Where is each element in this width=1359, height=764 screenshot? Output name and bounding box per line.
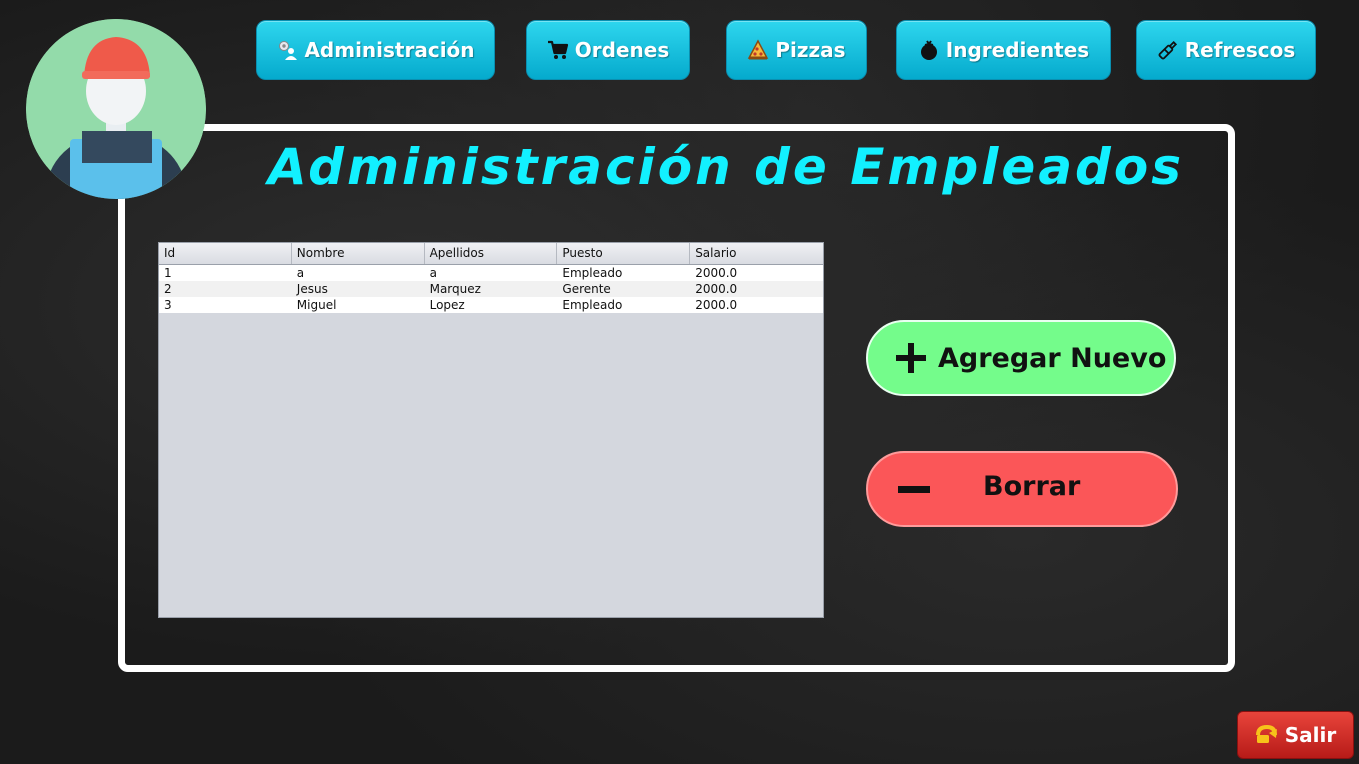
- table-row[interactable]: 3 Miguel Lopez Empleado 2000.0: [159, 297, 823, 313]
- bottle-icon: [1157, 39, 1179, 61]
- nav-label: Pizzas: [775, 38, 846, 62]
- column-header-puesto[interactable]: Puesto: [557, 243, 691, 264]
- cell-nombre: a: [296, 266, 305, 280]
- cell-nombre: Miguel: [296, 298, 337, 312]
- exit-label: Salir: [1284, 723, 1337, 747]
- cell-nombre: Jesus: [296, 282, 328, 296]
- nav-label: Ingredientes: [945, 38, 1090, 62]
- exit-arrow-icon: [1255, 724, 1279, 746]
- nav-button-pizzas[interactable]: Pizzas: [726, 20, 867, 80]
- cell-salario: 2000.0: [695, 266, 738, 280]
- page-title: Administración de Empleados: [268, 138, 1184, 196]
- table-header: Id Nombre Apellidos Puesto Salario: [159, 243, 823, 265]
- column-header-salario[interactable]: Salario: [690, 243, 823, 264]
- plus-icon: [894, 341, 928, 375]
- nav-button-ingredientes[interactable]: Ingredientes: [896, 20, 1111, 80]
- cell-apellidos: a: [429, 266, 437, 280]
- nav-label: Refrescos: [1184, 38, 1296, 62]
- cell-puesto: Empleado: [562, 298, 623, 312]
- tomato-icon: [918, 39, 940, 61]
- table-row[interactable]: 2 Jesus Marquez Gerente 2000.0: [159, 281, 823, 297]
- table-row[interactable]: 1 a a Empleado 2000.0: [159, 265, 823, 281]
- employees-table[interactable]: Id Nombre Apellidos Puesto Salario 1 a a…: [158, 242, 824, 618]
- delete-button[interactable]: Borrar: [866, 451, 1178, 527]
- nav-button-ordenes[interactable]: Ordenes: [526, 20, 690, 80]
- add-new-button[interactable]: Agregar Nuevo: [866, 320, 1176, 396]
- nav-button-administracion[interactable]: Administración: [256, 20, 495, 80]
- cell-id: 1: [164, 266, 172, 280]
- nav-button-refrescos[interactable]: Refrescos: [1136, 20, 1316, 80]
- cell-apellidos: Marquez: [429, 282, 481, 296]
- cart-icon: [547, 39, 569, 61]
- delete-label: Borrar: [983, 471, 1081, 502]
- cell-salario: 2000.0: [695, 298, 738, 312]
- cell-apellidos: Lopez: [429, 298, 465, 312]
- column-header-id[interactable]: Id: [159, 243, 292, 264]
- exit-button[interactable]: Salir: [1237, 711, 1354, 759]
- cell-puesto: Gerente: [562, 282, 611, 296]
- nav-label: Administración: [304, 38, 475, 62]
- pizza-icon: [747, 39, 769, 61]
- admin-gear-user-icon: [276, 39, 298, 61]
- add-new-label: Agregar Nuevo: [938, 342, 1167, 374]
- cell-salario: 2000.0: [695, 282, 738, 296]
- cell-id: 2: [164, 282, 172, 296]
- nav-label: Ordenes: [574, 38, 670, 62]
- cell-id: 3: [164, 298, 172, 312]
- column-header-nombre[interactable]: Nombre: [292, 243, 425, 264]
- worker-avatar-icon: [26, 19, 206, 199]
- column-header-apellidos[interactable]: Apellidos: [425, 243, 558, 264]
- cell-puesto: Empleado: [562, 266, 623, 280]
- minus-icon: [898, 486, 930, 494]
